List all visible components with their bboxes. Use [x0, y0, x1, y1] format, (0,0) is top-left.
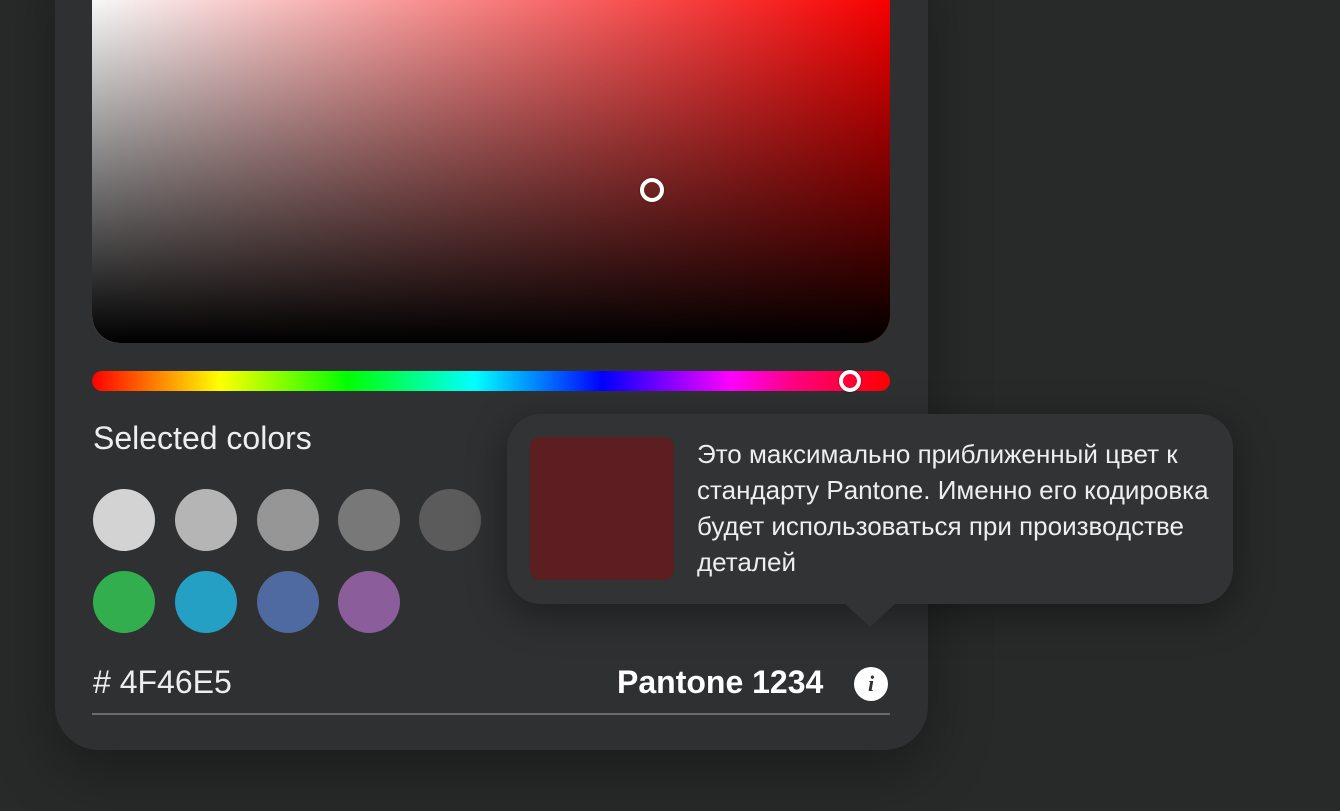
swatch-gray-3[interactable] — [338, 489, 400, 551]
swatch-gray-1[interactable] — [175, 489, 237, 551]
sv-cursor-handle[interactable] — [640, 178, 664, 202]
swatch-gray-4[interactable] — [419, 489, 481, 551]
pantone-label: Pantone 1234 — [617, 664, 824, 700]
selected-colors-title: Selected colors — [93, 420, 312, 456]
tooltip-arrow — [844, 603, 896, 627]
hue-slider[interactable] — [92, 371, 890, 391]
info-icon[interactable]: i — [854, 667, 888, 701]
saturation-brightness-area[interactable] — [92, 0, 890, 343]
color-picker-screen: Selected colors Pantone 1234 i Это макси… — [0, 0, 1340, 811]
swatch-cyan[interactable] — [175, 571, 237, 633]
hex-input[interactable] — [93, 664, 393, 701]
swatch-green[interactable] — [93, 571, 155, 633]
swatch-purple[interactable] — [338, 571, 400, 633]
tooltip-text: Это максимально приближенный цвет к стан… — [697, 439, 1209, 577]
hue-slider-thumb[interactable] — [839, 370, 861, 392]
swatch-gray-2[interactable] — [257, 489, 319, 551]
pantone-color-swatch — [530, 437, 674, 580]
input-underline — [92, 713, 890, 715]
sv-black-layer — [92, 0, 890, 343]
swatch-light-gray[interactable] — [93, 489, 155, 551]
swatch-blue[interactable] — [257, 571, 319, 633]
